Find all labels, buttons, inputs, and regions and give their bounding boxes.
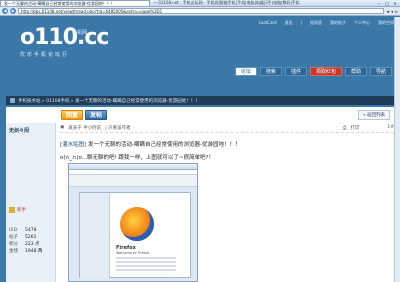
embedded-screenshot[interactable]: Firefox Welcome to Firefox <box>68 163 198 282</box>
stat-key: 金钱 <box>9 249 18 254</box>
nav-redpacket[interactable]: 领取红包 <box>309 67 342 76</box>
browser-tools[interactable]: ★ ▾ ◎ <box>386 9 398 14</box>
author-rank: 新手 <box>17 208 26 213</box>
breadcrumb-text[interactable]: 手机技术站 » 01108手机 » 发一个无聊的活动-瞒瞒自己经常使用的浏览器-… <box>18 98 200 104</box>
page-scrollbar[interactable] <box>394 17 400 282</box>
stat-key: 帖子 <box>9 235 18 240</box>
author-sidebar: 无剑々闲 新手 UID 5478 帖子 5261 积分 223 点 金钱 1948 两 <box>6 123 56 282</box>
stat-value: 1948 两 <box>25 249 43 254</box>
top-link-sep: | <box>300 20 302 25</box>
embed-sidebar <box>80 193 110 279</box>
top-link-user[interactable]: LastCard <box>259 20 277 26</box>
breadcrumb: 手机技术站 » 01108手机 » 发一个无聊的活动-瞒瞒自己经常使用的浏览器-… <box>6 96 394 105</box>
new-post-button[interactable]: 发帖 <box>85 110 107 120</box>
top-link-posts[interactable]: 我的帖子 <box>330 20 346 26</box>
post-icon: ▣ <box>60 125 65 130</box>
site-nav: 论坛 搜索 插件 领取红包 帮助 导航 <box>234 67 392 76</box>
post-body-area: ▣ 发表于 半小时前 | 只看该作者 ⎙ 打印 1# [灌水贴图] 发一个无聊的… <box>60 123 394 282</box>
post-text: o(∩_∩)o...聊无聊的吧! 跟我一样，上图就可以了~很简单吧?！ <box>60 155 214 161</box>
stat-value: 5261 <box>25 235 37 240</box>
top-links: LastCard 退出 | 短消息 我的帖子 个人中心 我的空间 <box>259 20 394 26</box>
floor-number: 1# <box>387 125 394 130</box>
top-link-profile[interactable]: 个人中心 <box>354 20 370 26</box>
window-controls: – □ ✕ <box>376 1 400 6</box>
back-to-list-button[interactable]: « 返回列表 <box>357 110 390 120</box>
maximize-icon[interactable]: □ <box>384 1 390 6</box>
thread-actions: 回复 发帖 « 返回列表 <box>6 107 394 123</box>
stat-row: 金钱 1948 两 <box>9 248 51 255</box>
top-link-space[interactable]: 我的空间 <box>378 20 394 26</box>
back-icon[interactable]: ◀ <box>2 8 8 14</box>
embed-sub: Welcome to Firefox <box>116 251 150 255</box>
logo-word: o110.cc <box>20 25 109 50</box>
post-category[interactable]: [灌水贴图] <box>60 142 86 148</box>
embed-firefox-panel: Firefox Welcome to Firefox <box>79 192 191 279</box>
nav-forum[interactable]: 论坛 <box>234 67 257 76</box>
home-icon[interactable] <box>10 98 15 103</box>
embed-text-lines <box>116 257 176 273</box>
thread-content: 回复 发帖 « 返回列表 无剑々闲 新手 UID 5478 帖子 5261 积分 22… <box>6 107 394 282</box>
nav-help[interactable]: 帮助 <box>344 67 367 76</box>
embed-toolbar <box>69 175 197 187</box>
stat-value: 5478 <box>25 228 37 233</box>
author-name[interactable]: 无剑々闲 <box>6 123 55 138</box>
reply-button[interactable]: 回复 <box>61 110 83 120</box>
nav-search[interactable]: 搜索 <box>259 67 282 76</box>
stat-row: 积分 223 点 <box>9 241 51 248</box>
site-logo[interactable]: o110.cc 手机网 优乐手机论坛行 <box>20 25 109 59</box>
close-icon[interactable]: ✕ <box>392 1 398 6</box>
author-stats: UID 5478 帖子 5261 积分 223 点 金钱 1948 两 <box>9 227 51 255</box>
rank-star-icon <box>9 207 15 213</box>
firefox-logo-icon <box>120 207 154 241</box>
post-title-text: 发一个无聊的活动-瞒瞒自己经常使用的浏览器-优游园地！！！ <box>88 142 241 148</box>
nav-plugins[interactable]: 插件 <box>284 67 307 76</box>
post-title: [灌水贴图] 发一个无聊的活动-瞒瞒自己经常使用的浏览器-优游园地！！！ <box>60 140 394 148</box>
stat-key: 积分 <box>9 242 18 247</box>
forward-icon[interactable]: ▶ <box>10 8 16 14</box>
stat-value: 223 点 <box>25 242 40 247</box>
stat-key: UID <box>9 228 18 233</box>
post-time: 发表于 半小时前 <box>68 125 102 131</box>
only-author-link[interactable]: | 只看该作者 <box>105 125 130 131</box>
logo-sub: 手机网 <box>72 30 88 36</box>
logo-slogan: 优乐手机论坛行 <box>20 52 70 58</box>
browser-tab-active[interactable]: 发一个无聊的活动-瞒瞒自己经常使用的浏览器-优游园地！！！ <box>0 0 150 6</box>
print-icon[interactable]: ⎙ <box>343 125 347 131</box>
stat-row: UID 5478 <box>9 227 51 234</box>
browser-tab-bar: 发一个无聊的活动-瞒瞒自己经常使用的浏览器-优游园地！！！ — 01108.ne… <box>0 0 400 7</box>
post-meta: ▣ 发表于 半小时前 | 只看该作者 ⎙ 打印 1# <box>60 123 394 133</box>
top-link-logout[interactable]: 退出 <box>285 20 293 26</box>
print-link[interactable]: 打印 <box>350 125 359 131</box>
address-bar: ◀ ▶ http://bbs.01108.net/viewthread.php?… <box>0 7 400 16</box>
minimize-icon[interactable]: – <box>376 1 382 6</box>
stat-row: 帖子 5261 <box>9 234 51 241</box>
browser-tab-others[interactable]: — 01108.net · 手机论坛网 · 手机网|智能手机|手机|电脑|电器|… <box>150 0 376 6</box>
top-link-messages[interactable]: 短消息 <box>310 20 322 26</box>
nav-guide[interactable]: 导航 <box>369 67 392 76</box>
url-input[interactable]: http://bbs.01108.net/viewthread.php?tid=… <box>18 8 385 14</box>
